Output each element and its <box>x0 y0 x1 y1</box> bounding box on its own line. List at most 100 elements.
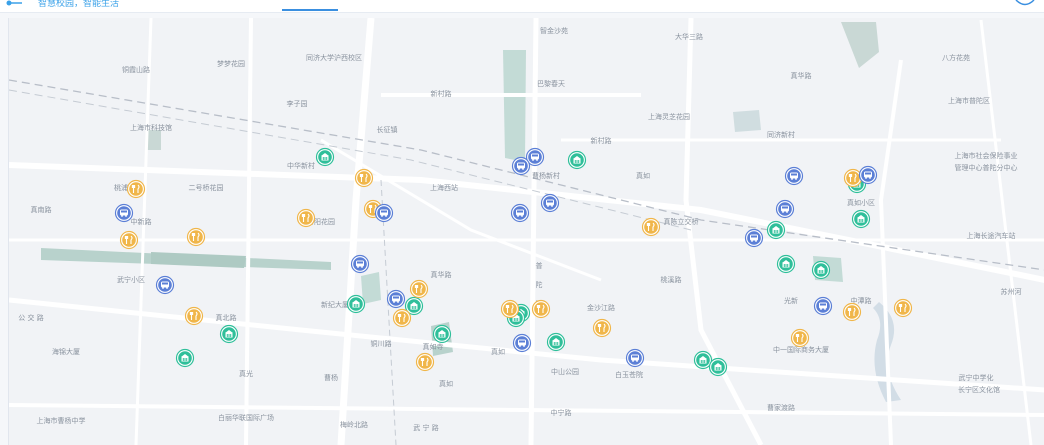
school-marker[interactable] <box>432 324 452 344</box>
map-label: 铜霞山路 <box>122 65 150 74</box>
map-label: 真华路 <box>791 71 812 80</box>
map-label: 白玉苍院 <box>615 370 643 379</box>
school-marker[interactable] <box>346 294 366 314</box>
map-label: 中宁路 <box>551 408 572 417</box>
map-label: 长征镇 <box>377 125 398 134</box>
restaurant-marker[interactable] <box>119 230 139 250</box>
water-body <box>361 272 381 304</box>
map-label: 智金沙苑 <box>540 26 568 35</box>
school-marker[interactable] <box>851 209 871 229</box>
bus-marker[interactable] <box>511 156 531 176</box>
map-label: 长宁区文化馆 <box>958 385 1000 394</box>
map-label: 金沙江路 <box>587 303 615 312</box>
school-marker[interactable] <box>811 260 831 280</box>
restaurant-marker[interactable] <box>296 208 316 228</box>
school-marker[interactable] <box>708 357 728 377</box>
restaurant-marker[interactable] <box>415 352 435 372</box>
map-label: 大华三路 <box>675 32 703 41</box>
map-label: 真华路 <box>431 270 452 279</box>
restaurant-marker[interactable] <box>641 217 661 237</box>
map-label: 苏州河 <box>1001 287 1022 296</box>
brand-title: 智慧校园，智能生活 <box>38 0 120 9</box>
bus-marker[interactable] <box>775 199 795 219</box>
map-label: 普 <box>536 261 543 270</box>
restaurant-marker[interactable] <box>843 168 863 188</box>
map-label: 真如 <box>439 379 453 388</box>
map-label: 上海市普陀区 <box>948 96 990 105</box>
restaurant-marker[interactable] <box>500 299 520 319</box>
bus-marker[interactable] <box>625 348 645 368</box>
map-label: 铜川路 <box>371 339 392 348</box>
map-label: 真北路 <box>216 313 237 322</box>
map-label: 真如寺 <box>423 342 444 351</box>
map-label: 真如 <box>491 347 505 356</box>
map-label: 新纪大厦 <box>321 300 349 309</box>
restaurant-marker[interactable] <box>126 179 146 199</box>
map-label: 新村路 <box>431 89 452 98</box>
map-label: 梦梦花园 <box>217 59 245 68</box>
bus-marker[interactable] <box>350 254 370 274</box>
brand-logo-icon <box>6 0 22 6</box>
water-body <box>733 110 761 132</box>
restaurant-marker[interactable] <box>184 306 204 326</box>
bus-marker[interactable] <box>512 333 532 353</box>
bus-marker[interactable] <box>744 228 764 248</box>
map-label: 梅岭北路 <box>340 420 368 429</box>
map-label: 真南路 <box>31 205 52 214</box>
map-label: 海锦大厦 <box>52 347 80 356</box>
map-background <box>9 18 1044 445</box>
map-label: 曹家渡路 <box>767 403 795 412</box>
water-body <box>503 50 526 162</box>
map-label: 上海灵芝花园 <box>648 112 690 121</box>
restaurant-marker[interactable] <box>842 302 862 322</box>
map-label: 桃浦 <box>114 183 128 192</box>
restaurant-marker[interactable] <box>893 298 913 318</box>
map-label: 武 宁 路 <box>413 423 438 432</box>
restaurant-marker[interactable] <box>186 227 206 247</box>
map-label: 真陈立交桥 <box>664 217 699 226</box>
map-view[interactable]: 智金沙苑 大华三路 同济大学沪西校区 梦梦花园 铜霞山路 八方花苑 真华路 巴黎春天 李子园 新村… <box>8 18 1044 445</box>
map-label: 上海市曹杨中学 <box>37 416 86 425</box>
school-marker[interactable] <box>546 332 566 352</box>
school-marker[interactable] <box>693 350 713 370</box>
bus-marker[interactable] <box>813 296 833 316</box>
bus-marker[interactable] <box>155 275 175 295</box>
restaurant-marker[interactable] <box>531 299 551 319</box>
restaurant-marker[interactable] <box>392 308 412 328</box>
map-label: 武宁中学化 <box>959 373 994 382</box>
school-marker[interactable] <box>776 254 796 274</box>
map-canvas[interactable]: 智金沙苑大华三路同济大学沪西校区梦梦花园铜霞山路八方花苑真华路巴黎春天李子园新村… <box>9 18 1044 445</box>
school-marker[interactable] <box>315 147 335 167</box>
restaurant-marker[interactable] <box>409 279 429 299</box>
map-label: 武宁小区 <box>117 275 145 284</box>
map-label: 曹杨 <box>324 373 338 382</box>
school-marker[interactable] <box>766 220 786 240</box>
bus-marker[interactable] <box>386 289 406 309</box>
map-label: 同济大学沪西校区 <box>306 53 362 62</box>
map-label: 中华新村 <box>287 161 315 170</box>
bus-marker[interactable] <box>374 203 394 223</box>
map-label: 真光 <box>239 369 253 378</box>
school-marker[interactable] <box>219 324 239 344</box>
top-navigation-bar: 智慧校园，智能生活 <box>0 0 1044 13</box>
map-label: 桃溪路 <box>661 275 682 284</box>
restaurant-marker[interactable] <box>592 318 612 338</box>
bus-marker[interactable] <box>114 203 134 223</box>
map-label: 曹杨新村 <box>532 171 560 180</box>
restaurant-marker[interactable] <box>790 328 810 348</box>
bus-marker[interactable] <box>540 193 560 213</box>
bus-marker[interactable] <box>784 166 804 186</box>
map-label: 同济新村 <box>767 130 795 139</box>
school-marker[interactable] <box>175 348 195 368</box>
restaurant-marker[interactable] <box>354 168 374 188</box>
user-menu-icon[interactable] <box>1014 0 1036 6</box>
map-label: 中山公园 <box>551 367 579 376</box>
active-tab-indicator[interactable] <box>282 9 338 11</box>
bus-marker[interactable] <box>510 203 530 223</box>
map-label: 二号桥花园 <box>189 183 224 192</box>
map-label: 真如小区 <box>847 198 875 207</box>
map-label: 八方花苑 <box>942 53 970 62</box>
school-marker[interactable] <box>567 150 587 170</box>
bus-marker[interactable] <box>858 165 878 185</box>
map-label: 新村路 <box>591 136 612 145</box>
